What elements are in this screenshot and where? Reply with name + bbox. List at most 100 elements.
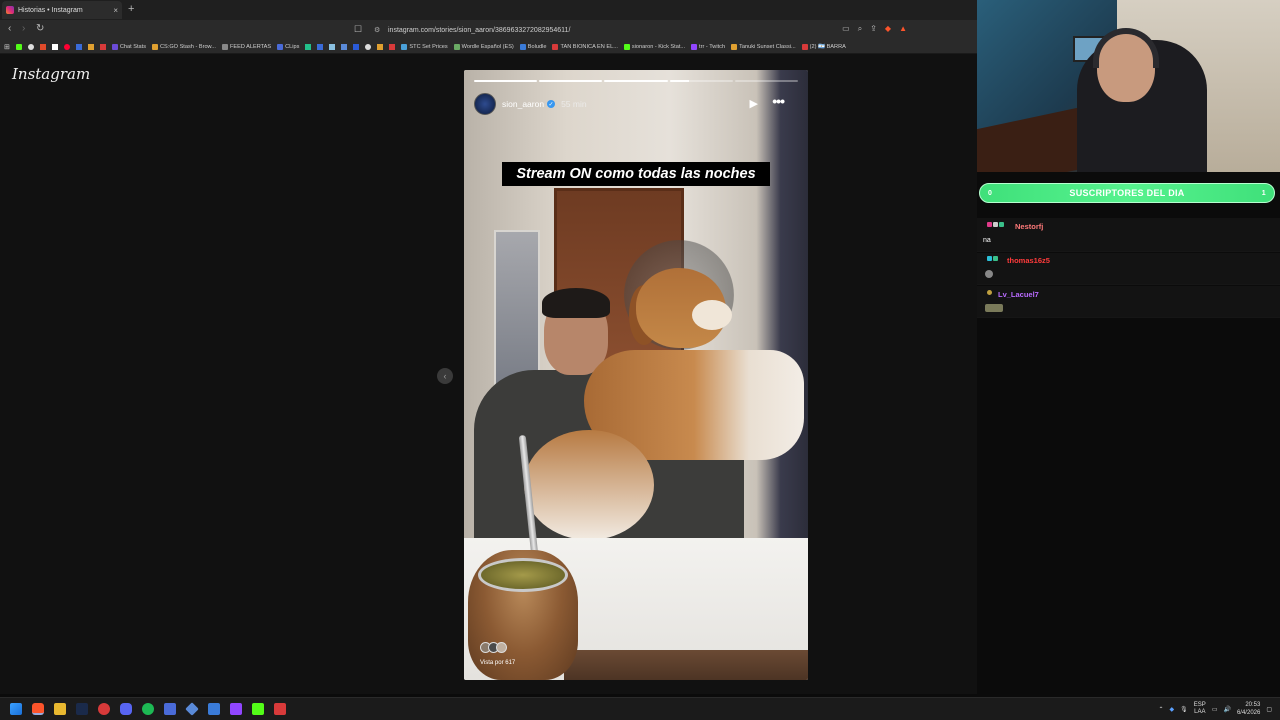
bookmark-favicon-icon[interactable] — [99, 43, 106, 50]
kick-icon[interactable] — [252, 703, 264, 715]
bookmark-item[interactable]: STC Set Prices — [401, 43, 448, 50]
bookmark-favicon-icon[interactable] — [305, 43, 312, 50]
story-viewer[interactable]: sion_aaron ✓ 55 min ▶ ••• Stream ON como… — [464, 70, 808, 680]
emote-icon — [985, 304, 1003, 312]
progress-fill — [669, 80, 689, 82]
app-icon[interactable] — [274, 703, 286, 715]
bookmark-item[interactable]: CS:GO Stash - Brow... — [152, 43, 216, 50]
chat-username: Nestorfj — [1015, 222, 1044, 231]
bookmark-item[interactable]: sionaron - Kick Stat... — [623, 43, 685, 50]
bookmark-item[interactable]: Wordle Español (ES) — [453, 43, 514, 50]
cast-icon[interactable]: ▭ — [842, 24, 850, 34]
bookmark-icon — [221, 43, 228, 50]
brave-browser-icon[interactable] — [32, 703, 44, 715]
notification-icon[interactable]: ▢ — [1266, 706, 1272, 713]
bookmark-favicon-icon[interactable] — [39, 43, 46, 50]
app-icon[interactable] — [98, 703, 110, 715]
reload-icon[interactable]: ↻ — [36, 23, 44, 34]
bookmark-item[interactable]: Tanuki Sunset Classi... — [731, 43, 796, 50]
tab-title: Historias • Instagram — [18, 6, 83, 14]
bookmark-label: Tanuki Sunset Classi... — [739, 43, 796, 50]
file-explorer-icon[interactable] — [54, 703, 66, 715]
zoom-icon[interactable]: ⌕ — [858, 24, 862, 34]
language-indicator[interactable]: ESP LAA — [1194, 702, 1206, 716]
progress-fill — [539, 80, 603, 82]
story-username[interactable]: sion_aaron — [502, 99, 544, 109]
app-icon[interactable] — [164, 703, 176, 715]
emote-icon — [985, 270, 993, 278]
forward-arrow-icon[interactable]: › — [22, 23, 25, 34]
bookmark-favicon-icon[interactable] — [353, 43, 360, 50]
play-icon[interactable]: ▶ — [750, 97, 758, 110]
bookmark-label: TAN BIONICA EN EL... — [560, 43, 618, 50]
instagram-logo[interactable]: Instagram — [12, 65, 90, 83]
volume-icon[interactable]: 🔊 — [1223, 706, 1230, 713]
badge-icon — [987, 256, 992, 261]
bookmark-favicon-icon[interactable] — [75, 43, 82, 50]
bookmark-icon — [623, 43, 630, 50]
instagram-favicon-icon — [6, 6, 14, 14]
more-options-icon[interactable]: ••• — [772, 93, 785, 109]
verified-badge-icon: ✓ — [547, 100, 556, 108]
twitch-icon[interactable] — [230, 703, 242, 715]
microphone-icon[interactable]: 🎙 — [1180, 706, 1188, 713]
tab-close-icon[interactable]: × — [113, 6, 118, 15]
bookmark-icon — [453, 43, 460, 50]
steam-icon[interactable] — [76, 703, 88, 715]
address-bar-row: ‹ › ↻ ☐ ⚙ instagram.com/stories/sion_aar… — [0, 20, 977, 40]
bookmark-item[interactable]: Chat Stats — [111, 43, 146, 50]
bookmark-item[interactable]: TAN BIONICA EN EL... — [552, 43, 618, 50]
bookmark-favicon-icon[interactable] — [329, 43, 336, 50]
bookmark-favicon-icon[interactable] — [377, 43, 384, 50]
bookmark-label: Chat Stats — [119, 43, 146, 50]
keyboard-layout: LAA — [1194, 709, 1206, 715]
app-icon[interactable] — [185, 702, 199, 716]
story-progress-segment — [474, 80, 538, 82]
bookmark-label: Wordle Español (ES) — [461, 43, 514, 50]
clock[interactable]: 20:53 6/4/2026 — [1237, 701, 1260, 717]
bookmark-favicon-icon[interactable] — [389, 43, 396, 50]
bookmark-label: CS:GO Stash - Brow... — [160, 43, 216, 50]
bookmark-favicon-icon[interactable] — [87, 43, 94, 50]
bookmark-item[interactable]: Boludle — [519, 43, 546, 50]
site-info-icon[interactable]: ⚙ — [374, 26, 380, 34]
network-icon[interactable]: ▭ — [1212, 706, 1218, 713]
kick-bookmark-icon[interactable] — [15, 43, 22, 50]
windows-start-icon[interactable] — [10, 703, 22, 715]
brave-shield-icon[interactable]: ◆ — [885, 24, 891, 34]
bookmark-item[interactable]: (2) 🇦🇷 BARRA — [801, 43, 846, 50]
bookmark-favicon-icon[interactable] — [341, 43, 348, 50]
app-icon[interactable] — [208, 703, 220, 715]
bookmark-item[interactable]: trr - Twitch — [691, 43, 725, 50]
bookmark-favicon-icon[interactable] — [27, 43, 34, 50]
stream-chat-overlay: Nestorfj na thomas16z5 Lv_Lacuel7 — [977, 208, 1280, 328]
previous-story-button[interactable]: ‹ — [437, 368, 453, 384]
discord-icon[interactable] — [120, 703, 132, 715]
bookmark-icon — [519, 43, 526, 50]
back-arrow-icon[interactable]: ‹ — [8, 23, 11, 34]
brave-rewards-icon[interactable]: ▲ — [899, 24, 907, 34]
spotify-icon[interactable] — [142, 703, 154, 715]
tray-app-icon[interactable]: ◆ — [1170, 706, 1175, 713]
youtube-bookmark-icon[interactable] — [63, 43, 70, 50]
tab-instagram[interactable]: Historias • Instagram × — [2, 1, 122, 19]
bookmark-favicon-icon[interactable] — [317, 43, 324, 50]
viewer-avatars[interactable] — [480, 642, 507, 653]
bookmark-item[interactable]: CLips — [277, 43, 299, 50]
avatar[interactable] — [474, 93, 496, 115]
bookmark-favicon-icon[interactable] — [365, 43, 372, 50]
progress-fill — [474, 80, 538, 82]
new-tab-button[interactable]: + — [128, 3, 134, 15]
system-tray: ⌃ ◆ 🎙 ESP LAA ▭ 🔊 20:53 6/4/2026 ▢ — [1159, 701, 1272, 717]
apps-grid-icon[interactable]: ⊞ — [4, 43, 10, 51]
url-input[interactable]: ⚙ instagram.com/stories/sion_aaron/38696… — [368, 23, 908, 37]
story-views[interactable]: Vista por 617 — [480, 660, 515, 666]
bookmark-favicon-icon[interactable] — [51, 43, 58, 50]
chat-badges — [987, 222, 1004, 227]
story-header: sion_aaron ✓ 55 min ▶ ••• — [474, 92, 798, 116]
bookmark-item[interactable]: FEED ALERTAS — [221, 43, 271, 50]
share-icon[interactable]: ⇪ — [870, 24, 877, 34]
sub-banner-label: SUSCRIPTORES DEL DIA — [1069, 188, 1185, 198]
bookmark-icon[interactable]: ☐ — [354, 24, 362, 35]
chevron-up-icon[interactable]: ⌃ — [1159, 706, 1164, 713]
